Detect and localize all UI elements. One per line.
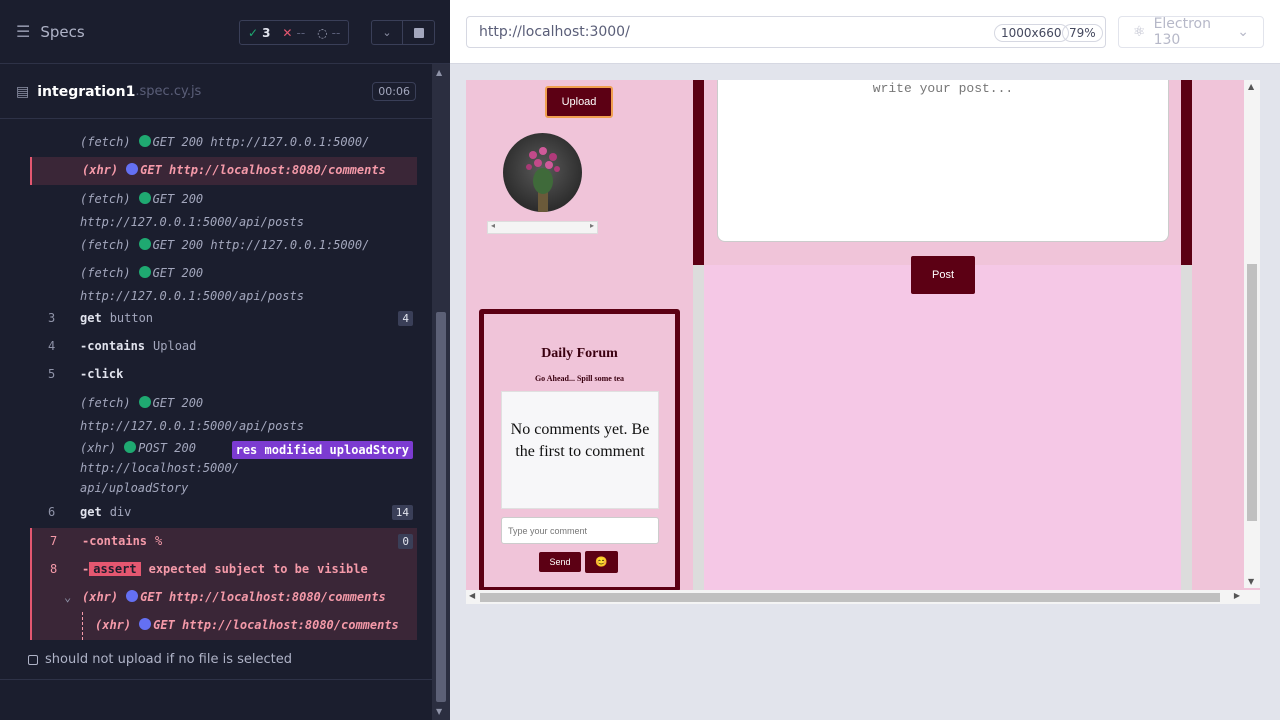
command-row[interactable]: 3 get button 4 [30, 311, 417, 333]
feed-area [704, 265, 1181, 604]
pending-count: ◌ -- [317, 25, 341, 40]
command-row[interactable]: 4 -contains Upload [30, 339, 417, 361]
scroll-down-icon[interactable]: ▼ [436, 707, 442, 716]
viewport-horizontal-scrollbar[interactable]: ◀ ▶ [466, 590, 1260, 604]
status-dot-icon [126, 163, 139, 175]
document-icon: ▤ [16, 83, 30, 100]
passed-count: ✓ 3 [248, 25, 271, 40]
divider [693, 80, 704, 265]
reporter-scrollbar[interactable]: ▲ ▼ [432, 64, 450, 720]
test-row[interactable]: should not upload if no file is selected [28, 652, 292, 667]
status-dot-icon [138, 396, 151, 408]
viewport-vertical-scrollbar[interactable]: ▲ ▼ [1244, 80, 1260, 588]
status-dot-icon [138, 192, 151, 204]
scroll-up-icon[interactable]: ▲ [436, 68, 442, 77]
spec-header-row[interactable]: ▤ integration1 .spec.cy.js 00:06 [0, 65, 432, 119]
send-button[interactable]: Send [539, 552, 581, 572]
divider [1181, 80, 1192, 265]
spec-duration: 00:06 [372, 82, 416, 101]
status-dot-icon [138, 238, 151, 250]
assert-tag: assert [89, 562, 141, 576]
browser-selector[interactable]: ⚛ Electron 130 ⌄ [1118, 16, 1264, 48]
scrollbar-thumb[interactable] [480, 593, 1220, 602]
element-count-badge: 4 [398, 311, 413, 326]
electron-icon: ⚛ [1133, 24, 1146, 40]
aut-toolbar: http://localhost:3000/ 1000x660 79% ⚛ El… [450, 0, 1280, 64]
scroll-up-icon[interactable]: ▲ [1248, 82, 1254, 91]
command-row[interactable]: (fetch) GET 200 http://127.0.0.1:5000/ap… [30, 266, 417, 306]
forum-title: Daily Forum [541, 346, 618, 361]
url-text: http://localhost:3000/ [479, 24, 630, 40]
comment-input[interactable]: Type your comment [501, 517, 659, 544]
stop-button[interactable] [403, 20, 435, 45]
viewport-zoom-chip[interactable]: 79% [1062, 24, 1103, 42]
command-row[interactable]: 5 -click [30, 367, 417, 389]
command-row[interactable]: (fetch) GET 200 http://127.0.0.1:5000/ap… [30, 396, 417, 436]
scroll-down-icon[interactable]: ▼ [1248, 577, 1254, 586]
command-log: (fetch) GET 200 http://127.0.0.1:5000/ (… [0, 120, 432, 640]
element-count-badge: 0 [398, 534, 413, 549]
failed-count: ✕ -- [282, 25, 306, 40]
test-stats: ✓ 3 ✕ -- ◌ -- [239, 20, 350, 45]
route-alias-badge: res modified uploadStory [231, 441, 413, 459]
browser-label: Electron 130 [1153, 16, 1211, 48]
post-textarea[interactable]: write your post... [717, 80, 1169, 242]
status-dot-icon [138, 135, 151, 147]
nesting-line [82, 612, 83, 640]
app-under-test-panel: http://localhost:3000/ 1000x660 79% ⚛ El… [450, 0, 1280, 720]
command-row[interactable]: (fetch) GET 200 http://127.0.0.1:5000/ [30, 238, 417, 260]
spec-name: integration1 [37, 83, 136, 100]
scroll-right-icon[interactable]: ▸ [590, 221, 594, 230]
status-dot-icon [126, 590, 139, 602]
app-viewport: Upload ◂ ▸ write your post... Post Daily… [466, 80, 1260, 604]
divider [0, 679, 432, 680]
command-row[interactable]: (xhr) POST 200 http://localhost:5000/ ap… [30, 441, 417, 497]
command-row[interactable]: (fetch) GET 200 http://127.0.0.1:5000/ [30, 135, 417, 157]
stop-icon [413, 27, 424, 38]
pending-test-icon [28, 654, 38, 665]
avatar [503, 133, 582, 212]
status-dot-icon [138, 266, 151, 278]
command-row[interactable]: 8 - assert expected subject to be visibl… [30, 556, 417, 584]
forum-subtitle: Go Ahead... Spill some tea [534, 374, 625, 383]
status-dot-icon [124, 441, 137, 453]
specs-label[interactable]: Specs [40, 23, 84, 41]
spec-extension: .spec.cy.js [135, 84, 202, 99]
cypress-reporter: ☰ Specs ✓ 3 ✕ -- ◌ -- ⌄ ▤ integration1 .spe… [0, 0, 450, 720]
chevron-down-icon: ⌄ [382, 26, 392, 39]
scrollbar-thumb[interactable] [436, 312, 446, 702]
scroll-left-icon[interactable]: ◀ [469, 591, 475, 600]
command-row[interactable]: 6 get div 14 [30, 505, 417, 527]
command-row[interactable]: (fetch) GET 200 http://127.0.0.1:5000/ap… [30, 192, 417, 232]
test-title: should not upload if no file is selected [45, 652, 292, 667]
forum-panel: Daily Forum Go Ahead... Spill some tea N… [479, 309, 680, 592]
element-count-badge: 14 [391, 505, 413, 520]
command-row[interactable]: ⌄ (xhr) GET http://localhost:8080/commen… [30, 584, 417, 612]
chevron-down-icon[interactable]: ⌄ [64, 590, 71, 604]
flower-bouquet-image [526, 147, 560, 212]
image-scrollbar[interactable]: ◂ ▸ [487, 221, 598, 234]
post-button[interactable]: Post [911, 256, 975, 294]
scroll-left-icon[interactable]: ◂ [491, 221, 495, 230]
collapse-toggle-button[interactable]: ⌄ [371, 20, 403, 45]
chevron-down-icon: ⌄ [1237, 24, 1249, 40]
comments-list: No comments yet. Be the first to comment [501, 391, 659, 509]
viewport-size-chip[interactable]: 1000x660 [994, 24, 1069, 42]
url-bar[interactable]: http://localhost:3000/ 1000x660 79% [466, 16, 1106, 48]
command-row[interactable]: (xhr) GET http://localhost:8080/comments [30, 157, 417, 185]
scroll-right-icon[interactable]: ▶ [1234, 591, 1240, 600]
specs-menu-icon[interactable]: ☰ [16, 22, 30, 41]
emoji-button[interactable]: 😊 [585, 551, 618, 573]
upload-button[interactable]: Upload [545, 86, 613, 118]
command-row[interactable]: 7 -contains % 0 [30, 528, 417, 556]
command-row[interactable]: (xhr) GET http://localhost:8080/comments [30, 612, 417, 640]
scrollbar-thumb[interactable] [1247, 264, 1257, 521]
status-dot-icon [139, 618, 152, 630]
